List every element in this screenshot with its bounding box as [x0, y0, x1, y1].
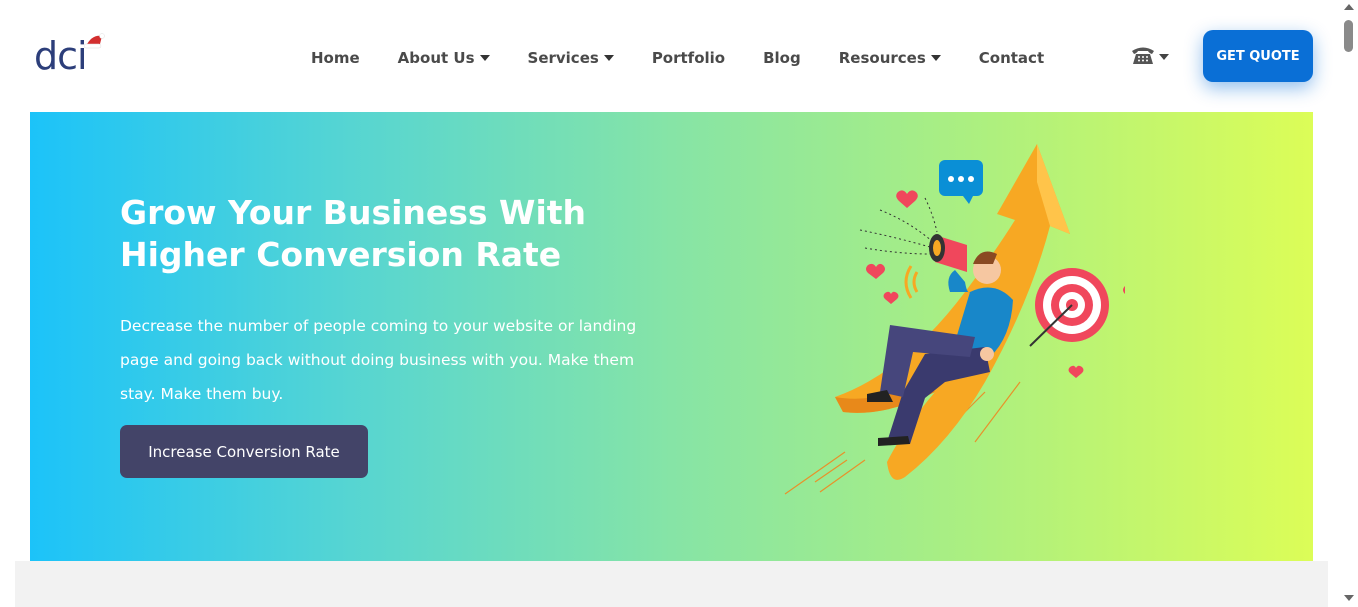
nav-resources-label: Resources: [838, 49, 926, 67]
nav-contact[interactable]: Contact: [979, 49, 1044, 67]
hero-title: Grow Your Business With Higher Conversio…: [120, 192, 680, 276]
caret-down-icon: [1159, 54, 1169, 60]
get-quote-button[interactable]: GET QUOTE: [1203, 30, 1313, 82]
nav-home-label: Home: [311, 49, 360, 67]
scroll-down-icon[interactable]: [1344, 595, 1354, 601]
hero-banner: Grow Your Business With Higher Conversio…: [30, 112, 1313, 561]
logo-text: dci: [34, 34, 88, 78]
nav-blog[interactable]: Blog: [763, 49, 801, 67]
hero-title-line1: Grow Your Business With: [120, 193, 587, 232]
marketing-illustration: [784, 144, 1125, 495]
caret-down-icon: [479, 55, 490, 61]
nav-about-us[interactable]: About Us: [398, 49, 490, 67]
hero-title-line2: Higher Conversion Rate: [120, 235, 562, 274]
scroll-up-icon[interactable]: [1344, 4, 1354, 10]
page-scrollbar[interactable]: [1340, 0, 1358, 607]
logo[interactable]: dci: [34, 33, 114, 78]
main-nav: Home About Us Services Portfolio Blog Re…: [311, 46, 1044, 70]
phone-dropdown[interactable]: [1130, 44, 1169, 66]
hero-description: Decrease the number of people coming to …: [120, 317, 637, 403]
nav-blog-label: Blog: [763, 49, 801, 67]
caret-down-icon: [930, 55, 941, 61]
caret-down-icon: [603, 55, 614, 61]
phone-icon: [1132, 47, 1154, 64]
nav-portfolio[interactable]: Portfolio: [652, 49, 725, 67]
nav-home[interactable]: Home: [311, 49, 360, 67]
next-section: [15, 561, 1328, 607]
nav-resources[interactable]: Resources: [839, 49, 941, 67]
increase-conversion-button[interactable]: Increase Conversion Rate: [120, 425, 368, 478]
nav-services[interactable]: Services: [528, 49, 614, 67]
nav-services-label: Services: [527, 49, 599, 67]
nav-contact-label: Contact: [978, 49, 1045, 67]
site-header: dci Home About Us Services Portfolio Blo…: [0, 0, 1340, 112]
nav-about-us-label: About Us: [397, 49, 475, 67]
scroll-thumb[interactable]: [1344, 20, 1353, 52]
nav-portfolio-label: Portfolio: [651, 49, 726, 67]
santa-hat-icon: [84, 33, 105, 49]
